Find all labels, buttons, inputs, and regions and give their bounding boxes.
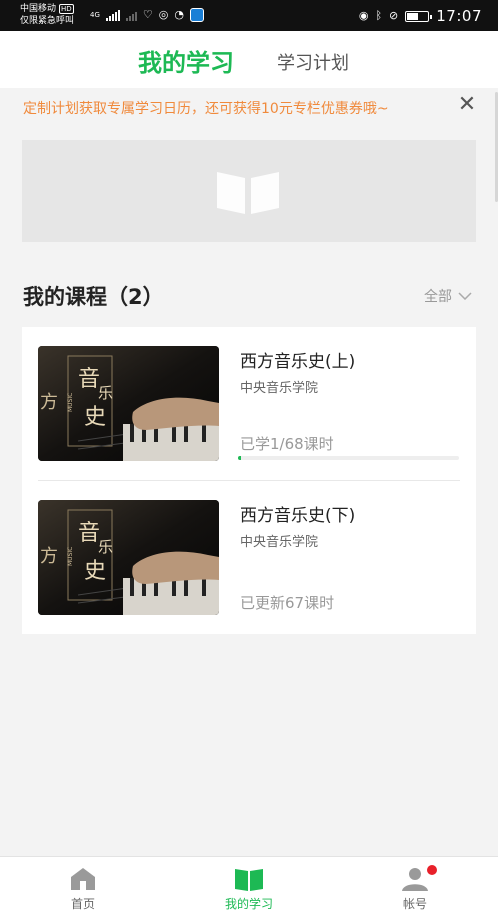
eye-icon: ◉ [358, 9, 369, 22]
hd-badge: HD [59, 4, 74, 14]
status-right: ◉ ᛒ ⊘ 17:07 [359, 7, 482, 25]
chevron-down-icon[interactable] [458, 292, 472, 300]
calendar-placeholder[interactable] [22, 140, 476, 242]
nav-account[interactable]: 帐号 [355, 857, 475, 919]
book-icon[interactable] [234, 866, 264, 892]
thumb-glyph: MUSIC [67, 547, 74, 566]
signal-secondary-icon [125, 10, 137, 21]
clock: 17:07 [436, 7, 482, 25]
thumb-glyph: 音 [78, 367, 100, 392]
tab-my-study[interactable]: 我的学习 [138, 43, 234, 78]
user-icon[interactable] [400, 866, 430, 892]
thumb-glyph: 乐 [98, 538, 113, 556]
mute-icon: ⊘ [389, 9, 399, 22]
carrier-name: 中国移动 [20, 4, 57, 14]
promo-banner[interactable]: 定制计划获取专属学习日历，还可获得10元专栏优惠券哦~ ✕ [0, 88, 498, 126]
network-label: 4G [90, 11, 100, 19]
home-icon[interactable] [69, 866, 97, 892]
course-school: 中央音乐学院 [240, 381, 319, 396]
image-placeholder-icon [217, 172, 279, 214]
course-card[interactable]: 音 乐 史 方 MUSIC 西方音乐史(上) 中央音乐学院 已学1/68课时 [22, 327, 476, 481]
filter-dropdown[interactable]: 全部 [424, 286, 472, 306]
carrier-info: 中国移动 HD 仅限紧急呼叫 [20, 3, 74, 27]
nav-home[interactable]: 首页 [23, 857, 143, 919]
promo-text[interactable]: 定制计划获取专属学习日历，还可获得10元专栏优惠券哦~ [23, 98, 389, 118]
course-card[interactable]: 音 乐 史 方 MUSIC 西方音乐史(下) 中央音乐学院 已更新67课时 [22, 481, 476, 635]
thumb-glyph: 方 [40, 546, 58, 567]
signal-icon [105, 9, 120, 21]
nav-my-study-label[interactable]: 我的学习 [189, 895, 309, 912]
thumb-glyph: 音 [78, 521, 100, 546]
thumb-glyph: 史 [84, 559, 106, 584]
top-tabs: 我的学习 学习计划 [0, 31, 498, 88]
course-thumbnail[interactable]: 音 乐 史 方 MUSIC [38, 500, 219, 615]
wechat-icon: ◔ [174, 8, 184, 21]
health-icon: ♡ [142, 8, 153, 21]
close-icon[interactable]: ✕ [456, 92, 478, 118]
bottom-nav: 首页 我的学习 帐号 [0, 856, 498, 919]
nav-my-study[interactable]: 我的学习 [189, 857, 309, 919]
thumb-glyph: MUSIC [67, 393, 74, 412]
battery-icon [405, 10, 433, 22]
course-update-text: 已更新67课时 [240, 594, 335, 612]
status-icons: 4G ♡ ◎ ◔ [90, 8, 204, 22]
thumb-glyph: 史 [84, 405, 106, 430]
emergency-text: 仅限紧急呼叫 [20, 16, 75, 26]
app-notification-icon [189, 8, 204, 22]
filter-label[interactable]: 全部 [424, 286, 452, 306]
tab-study-plan[interactable]: 学习计划 [277, 49, 349, 75]
notification-badge [427, 865, 437, 875]
bluetooth-icon: ᛒ [375, 9, 383, 22]
course-thumbnail[interactable]: 音 乐 史 方 MUSIC [38, 346, 219, 461]
course-school: 中央音乐学院 [240, 535, 319, 550]
thumb-glyph: 乐 [98, 384, 113, 402]
course-title[interactable]: 西方音乐史(上) [240, 347, 355, 372]
weibo-icon: ◎ [158, 8, 169, 21]
course-progress-bar [238, 456, 459, 460]
courses-heading: 我的课程（2） [23, 285, 164, 309]
thumb-glyph: 方 [40, 392, 58, 413]
course-title[interactable]: 西方音乐史(下) [240, 501, 355, 526]
course-progress-text: 已学1/68课时 [240, 435, 334, 453]
nav-home-label[interactable]: 首页 [23, 895, 143, 912]
nav-account-label[interactable]: 帐号 [355, 895, 475, 912]
status-bar: 中国移动 HD 仅限紧急呼叫 4G ♡ ◎ ◔ ◉ ᛒ ⊘ 17:07 [0, 0, 498, 31]
course-list: 音 乐 史 方 MUSIC 西方音乐史(上) 中央音乐学院 已学1/68课时 音… [22, 327, 476, 634]
